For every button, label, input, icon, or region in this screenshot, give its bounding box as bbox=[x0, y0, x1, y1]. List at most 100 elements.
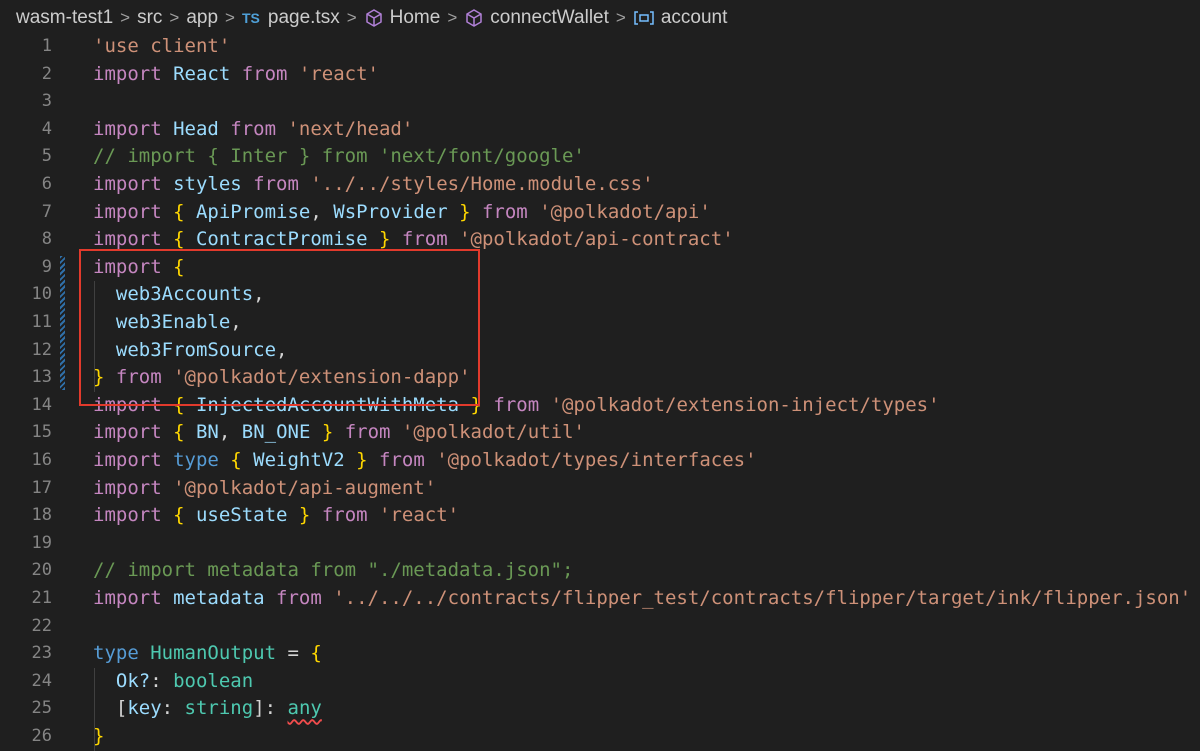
line-number: 18 bbox=[31, 505, 52, 526]
code-line[interactable]: 8 import { ContractPromise } from '@polka… bbox=[0, 226, 1200, 254]
line-number: 26 bbox=[31, 726, 52, 746]
code-text: import metadata from '../../../contracts… bbox=[93, 585, 1191, 613]
symbol-method-icon bbox=[464, 8, 484, 28]
code-token: { bbox=[173, 504, 196, 527]
code-line[interactable]: 6 import styles from '../../styles/Home.m… bbox=[0, 171, 1200, 199]
code-token: from bbox=[276, 587, 334, 609]
code-token: boolean bbox=[173, 669, 254, 692]
code-line[interactable]: 20 // import metadata from "./metadata.js… bbox=[0, 557, 1200, 585]
chevron-right-icon: > bbox=[346, 7, 357, 27]
code-token: 'react' bbox=[298, 62, 379, 85]
code-token: from bbox=[344, 421, 402, 444]
code-token: from bbox=[241, 62, 299, 85]
code-token: , bbox=[218, 421, 242, 444]
code-line[interactable]: 16 import type { WeightV2 } from '@polkad… bbox=[0, 447, 1200, 475]
code-text: import { useState } from 'react' bbox=[93, 502, 459, 530]
line-number: 8 bbox=[41, 229, 52, 250]
line-number: 15 bbox=[31, 422, 52, 443]
git-modified-gutter-marker[interactable] bbox=[60, 255, 65, 390]
code-token: '../../../contracts/flipper_test/contrac… bbox=[333, 587, 1192, 609]
line-number: 20 bbox=[31, 560, 52, 581]
code-token: '@polkadot/extension-inject/types' bbox=[550, 393, 940, 416]
code-line[interactable]: 10 web3Accounts, bbox=[0, 281, 1200, 309]
code-token: '../../styles/Home.module.css' bbox=[310, 173, 654, 195]
code-token: '@polkadot/util' bbox=[401, 421, 585, 444]
code-editor[interactable]: 1 'use client' 2 import React from 'react' 3… bbox=[0, 33, 1200, 751]
code-line[interactable]: 15 import { BN, BN_ONE } from '@polkadot/… bbox=[0, 419, 1200, 447]
breadcrumb-project[interactable]: wasm-test1 bbox=[16, 7, 113, 29]
code-token: 'use client' bbox=[93, 35, 231, 57]
code-token: } bbox=[93, 366, 116, 389]
breadcrumb-symbol-account[interactable]: account bbox=[633, 6, 728, 29]
code-line[interactable]: 26} bbox=[0, 723, 1200, 751]
code-line[interactable]: 13} from '@polkadot/extension-dapp' bbox=[0, 364, 1200, 392]
code-token: from bbox=[321, 504, 380, 527]
code-line[interactable]: 22 bbox=[0, 613, 1200, 641]
code-token: styles bbox=[173, 173, 254, 195]
code-line[interactable]: 19 bbox=[0, 530, 1200, 558]
code-token: 'react' bbox=[379, 504, 460, 527]
code-line[interactable]: 4 import Head from 'next/head' bbox=[0, 116, 1200, 144]
code-text: web3Accounts, bbox=[93, 281, 265, 309]
code-token: import bbox=[93, 200, 174, 223]
code-token: import bbox=[93, 449, 174, 471]
code-token: Head bbox=[173, 117, 231, 140]
code-token: import bbox=[93, 393, 174, 416]
line-number: 11 bbox=[31, 312, 52, 332]
code-token: useState bbox=[195, 504, 299, 527]
line-number: 5 bbox=[41, 146, 52, 167]
line-number: 14 bbox=[31, 394, 52, 415]
code-line[interactable]: 3 bbox=[0, 88, 1200, 116]
code-token: key bbox=[127, 697, 162, 720]
breadcrumb-folder-src[interactable]: src bbox=[137, 7, 162, 29]
code-token: import bbox=[93, 421, 174, 444]
breadcrumb-folder-app[interactable]: app bbox=[186, 7, 218, 29]
code-token: import bbox=[93, 62, 174, 85]
breadcrumb-folder-src-label: src bbox=[137, 6, 163, 28]
code-line[interactable]: 17 import '@polkadot/api-augment' bbox=[0, 475, 1200, 503]
code-token: ContractPromise bbox=[195, 228, 379, 251]
code-token: '@polkadot/api-contract' bbox=[459, 228, 734, 251]
code-token: } bbox=[298, 504, 322, 527]
code-line[interactable]: 24 Ok?: boolean bbox=[0, 668, 1200, 696]
line-number: 13 bbox=[31, 367, 52, 388]
code-line[interactable]: 21 import metadata from '../../../contrac… bbox=[0, 585, 1200, 613]
code-token: // import { Inter } from 'next/font/goog… bbox=[93, 145, 585, 168]
code-token: metadata bbox=[173, 587, 277, 609]
code-token: from bbox=[481, 200, 540, 223]
code-text: import Head from 'next/head' bbox=[93, 116, 413, 144]
line-number: 17 bbox=[31, 477, 52, 498]
breadcrumb-symbol-connectwallet[interactable]: connectWallet bbox=[464, 7, 609, 29]
line-number: 6 bbox=[41, 174, 52, 194]
code-token: } bbox=[356, 449, 380, 471]
code-line[interactable]: 11 web3Enable, bbox=[0, 309, 1200, 337]
line-number: 24 bbox=[31, 670, 52, 691]
code-line[interactable]: 25 [key: string]: any bbox=[0, 695, 1200, 723]
code-line[interactable]: 1 'use client' bbox=[0, 33, 1200, 61]
code-text: import { bbox=[93, 254, 185, 282]
code-token: { bbox=[173, 255, 185, 278]
line-number: 25 bbox=[31, 698, 52, 719]
chevron-right-icon: > bbox=[225, 7, 235, 27]
code-token: from bbox=[115, 366, 174, 389]
code-token: BN bbox=[195, 421, 219, 444]
code-token: type bbox=[173, 449, 231, 471]
breadcrumb-symbol-account-label: account bbox=[660, 6, 728, 28]
code-line[interactable]: 12 web3FromSource, bbox=[0, 337, 1200, 365]
breadcrumb-file[interactable]: TS page.tsx bbox=[242, 7, 340, 29]
code-line[interactable]: 2 import React from 'react' bbox=[0, 61, 1200, 89]
chevron-right-icon: > bbox=[169, 7, 180, 27]
code-text: 'use client' bbox=[93, 33, 230, 61]
code-line[interactable]: 14 import { InjectedAccountWithMeta } fro… bbox=[0, 392, 1200, 420]
breadcrumb-symbol-connectwallet-label: connectWallet bbox=[490, 6, 609, 28]
code-line[interactable]: 9 import { bbox=[0, 254, 1200, 282]
code-line[interactable]: 23 type HumanOutput = { bbox=[0, 640, 1200, 668]
code-token: // import metadata from "./metadata.json… bbox=[93, 559, 574, 582]
code-line[interactable]: 7 import { ApiPromise, WsProvider } from … bbox=[0, 199, 1200, 227]
code-line[interactable]: 5 // import { Inter } from 'next/font/goo… bbox=[0, 143, 1200, 171]
code-token: { bbox=[173, 228, 196, 251]
breadcrumb-symbol-home[interactable]: Home bbox=[364, 7, 440, 29]
code-line[interactable]: 18 import { useState } from 'react' bbox=[0, 502, 1200, 530]
